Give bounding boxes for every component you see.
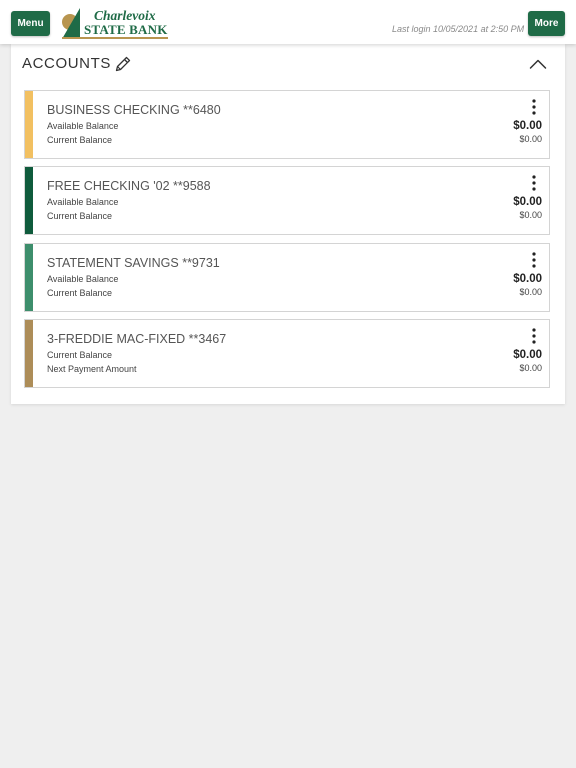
balance-value-primary: $0.00 <box>513 120 542 132</box>
balance-label-primary: Available Balance <box>47 197 119 207</box>
last-login-text: Last login 10/05/2021 at 2:50 PM <box>392 24 525 34</box>
logo-underline <box>62 37 168 39</box>
account-card-statement-savings[interactable]: STATEMENT SAVINGS **9731 Available Balan… <box>24 243 550 312</box>
balance-label-primary: Current Balance <box>47 350 113 360</box>
balance-value-primary: $0.00 <box>513 273 542 285</box>
menu-button[interactable]: Menu <box>11 11 50 36</box>
balance-value-secondary: $0.00 <box>519 363 542 373</box>
accounts-title: ACCOUNTS <box>22 55 111 72</box>
balance-label-secondary: Current Balance <box>47 211 113 221</box>
more-vertical-icon[interactable] <box>530 174 538 192</box>
chevron-up-icon[interactable] <box>529 58 547 70</box>
more-vertical-icon[interactable] <box>530 327 538 345</box>
logo-mark-icon <box>62 8 80 39</box>
account-color-stripe <box>25 167 33 234</box>
account-card-free-checking[interactable]: FREE CHECKING '02 **9588 Available Balan… <box>24 166 550 235</box>
account-color-stripe <box>25 244 33 311</box>
account-card-business-checking[interactable]: BUSINESS CHECKING **6480 Available Balan… <box>24 90 550 159</box>
balance-label-secondary: Current Balance <box>47 288 113 298</box>
account-name: FREE CHECKING '02 **9588 <box>47 179 211 193</box>
balance-label-primary: Available Balance <box>47 274 119 284</box>
balance-value-secondary: $0.00 <box>519 134 542 144</box>
more-button[interactable]: More <box>528 11 565 36</box>
more-vertical-icon[interactable] <box>530 98 538 116</box>
balance-value-primary: $0.00 <box>513 196 542 208</box>
balance-label-secondary: Next Payment Amount <box>47 364 137 374</box>
account-color-stripe <box>25 91 33 158</box>
app-header: Menu Charlevoix STATE BANK Last login 10… <box>0 0 576 44</box>
accounts-panel: ACCOUNTS BUSINESS CHECKING **6480 Availa… <box>11 44 565 404</box>
balance-value-secondary: $0.00 <box>519 210 542 220</box>
balance-label-primary: Available Balance <box>47 121 119 131</box>
balance-label-secondary: Current Balance <box>47 135 113 145</box>
more-vertical-icon[interactable] <box>530 251 538 269</box>
account-name: BUSINESS CHECKING **6480 <box>47 103 221 117</box>
account-name: STATEMENT SAVINGS **9731 <box>47 256 220 270</box>
logo-name-line2: STATE BANK <box>84 22 168 37</box>
bank-logo[interactable]: Charlevoix STATE BANK <box>60 6 170 40</box>
account-card-freddie-mac-fixed[interactable]: 3-FREDDIE MAC-FIXED **3467 Current Balan… <box>24 319 550 388</box>
balance-value-primary: $0.00 <box>513 349 542 361</box>
balance-value-secondary: $0.00 <box>519 287 542 297</box>
account-color-stripe <box>25 320 33 387</box>
account-name: 3-FREDDIE MAC-FIXED **3467 <box>47 332 227 346</box>
pencil-icon[interactable] <box>114 55 132 73</box>
